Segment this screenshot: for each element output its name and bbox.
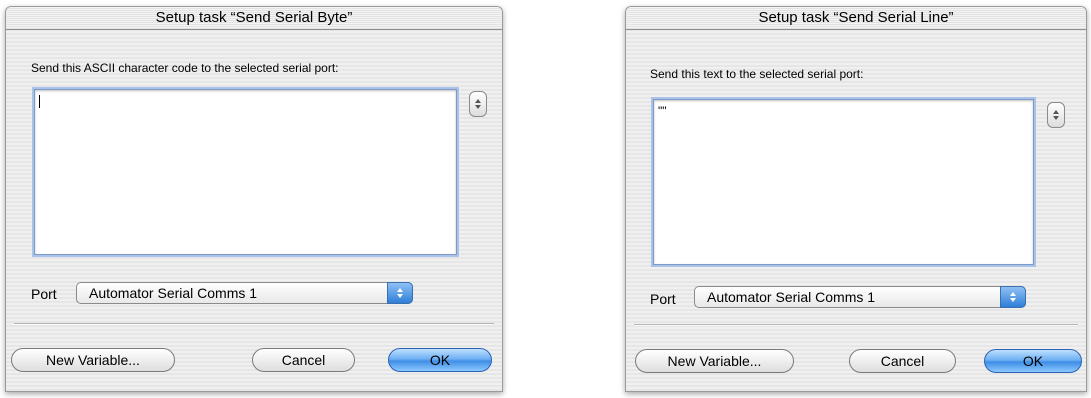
dialog-send-serial-byte: Setup task “Send Serial Byte” Send this … <box>5 6 503 392</box>
stepper-down-icon <box>1053 116 1059 120</box>
ok-button[interactable]: OK <box>984 349 1082 373</box>
new-variable-button[interactable]: New Variable... <box>11 348 175 372</box>
ok-button[interactable]: OK <box>388 348 492 372</box>
separator <box>14 323 494 325</box>
value-stepper[interactable] <box>1047 102 1065 128</box>
prompt-label: Send this text to the selected serial po… <box>650 67 864 81</box>
cancel-button[interactable]: Cancel <box>849 349 956 373</box>
serial-text-value: "" <box>658 104 667 118</box>
port-popup-value: Automator Serial Comms 1 <box>707 289 876 305</box>
port-popup-value: Automator Serial Comms 1 <box>89 285 258 301</box>
dialog-send-serial-line: Setup task “Send Serial Line” Send this … <box>625 6 1087 392</box>
prompt-label: Send this ASCII character code to the se… <box>31 61 339 75</box>
popup-arrows-icon <box>1000 286 1026 308</box>
popup-arrows-icon <box>387 282 413 304</box>
port-popup[interactable]: Automator Serial Comms 1 <box>694 286 1026 308</box>
port-label: Port <box>650 291 676 307</box>
dialog-title: Setup task “Send Serial Line” <box>626 7 1086 30</box>
port-popup[interactable]: Automator Serial Comms 1 <box>76 282 413 304</box>
value-stepper[interactable] <box>469 91 487 117</box>
stepper-down-icon <box>475 105 481 109</box>
stepper-up-icon <box>475 99 481 103</box>
dialog-title: Setup task “Send Serial Byte” <box>6 7 502 30</box>
cancel-button[interactable]: Cancel <box>252 348 355 372</box>
text-caret <box>39 95 40 109</box>
port-label: Port <box>31 286 57 302</box>
stepper-up-icon <box>1053 110 1059 114</box>
ascii-code-input[interactable] <box>34 89 457 255</box>
new-variable-button[interactable]: New Variable... <box>635 349 794 373</box>
separator <box>634 324 1078 326</box>
serial-text-input[interactable]: "" <box>653 99 1034 265</box>
